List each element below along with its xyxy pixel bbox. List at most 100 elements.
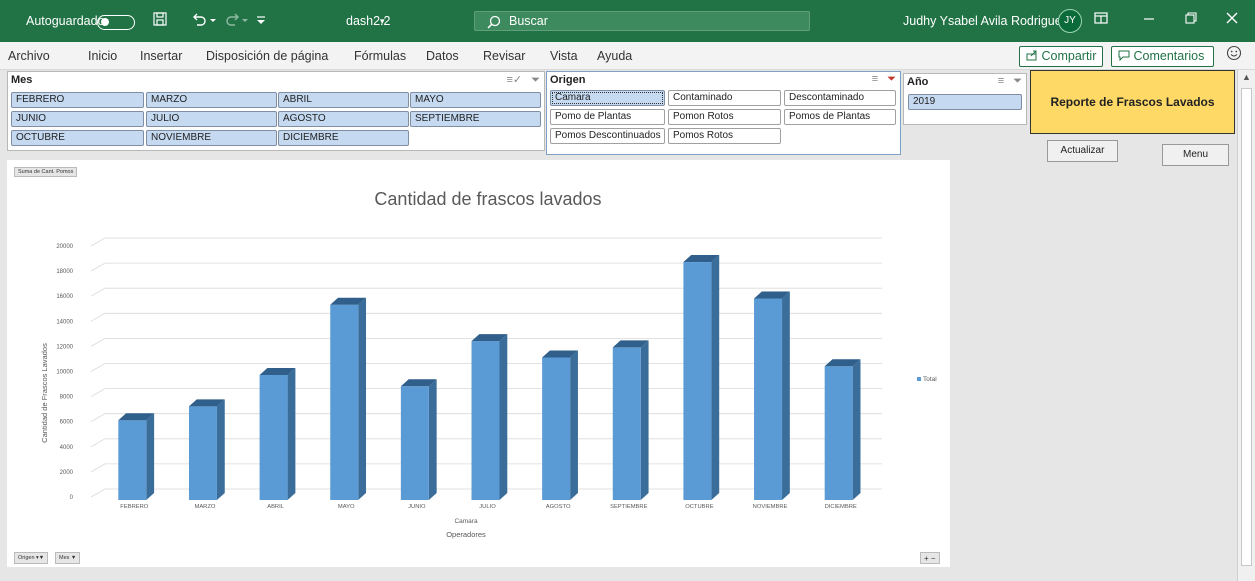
slicer-item-pomos-rotos[interactable]: Pomos Rotos [668,128,781,144]
bar-front [612,347,641,500]
bar-side [711,255,720,500]
x-tick-label: JUNIO [408,504,426,510]
search-box[interactable]: Buscar [474,11,810,31]
chart-title: Cantidad de frascos lavados [374,189,601,209]
smiley-icon[interactable] [1226,45,1242,64]
slicer-item-junio[interactable]: JUNIO [11,111,144,127]
origen-filter-label: Origen [18,555,35,561]
slicer-item-pomo-de-plantas[interactable]: Pomo de Plantas [550,109,665,125]
legend[interactable]: Total [917,376,937,383]
slicer-item-febrero[interactable]: FEBRERO [11,92,144,108]
bar-side [287,368,296,500]
multiselect-icon[interactable]: ≡ [998,75,1004,87]
scrollbar-thumb[interactable] [1241,88,1252,566]
expand-collapse-buttons[interactable]: + − [920,552,940,564]
tab-vista[interactable]: Vista [550,49,578,63]
bar-front [259,375,288,500]
multiselect-icon[interactable]: ≡ [872,73,878,85]
slicer-item-marzo[interactable]: MARZO [146,92,277,108]
ribbon-display-icon[interactable] [1094,11,1108,31]
bar[interactable] [188,399,225,500]
slicer-item-noviembre[interactable]: NOVIEMBRE [146,130,277,146]
bar[interactable] [824,359,861,500]
x-tick-label: SEPTIEMBRE [610,504,647,510]
tab-disposicion[interactable]: Disposición de página [206,49,328,63]
y-tick-label: 20000 [56,244,73,250]
actualizar-button[interactable]: Actualizar [1047,140,1118,162]
bar-front [824,366,853,500]
scroll-up-icon[interactable]: ▲ [1242,72,1251,82]
x-axis-title: Operadores [446,530,486,539]
bar[interactable] [471,334,508,500]
tab-archivo[interactable]: Archivo [8,49,50,63]
slicer-item-diciembre[interactable]: DICIEMBRE [278,130,409,146]
slicer-origen: Origen ≡ ⏷ Camara Contaminado Descontami… [546,71,901,155]
slicer-item-pomos-descontinuados[interactable]: Pomos Descontinuados [550,128,665,144]
slicer-item-pomos-de-plantas[interactable]: Pomos de Plantas [784,109,896,125]
tab-insertar[interactable]: Insertar [140,49,182,63]
bar[interactable] [400,379,437,500]
chevron-down-icon[interactable]: ▾ [380,11,385,31]
tab-datos[interactable]: Datos [426,49,459,63]
tab-revisar[interactable]: Revisar [483,49,525,63]
slicer-mes-controls: ≡✓ ⏷ [506,73,540,87]
bar[interactable] [683,255,720,500]
user-name[interactable]: Judhy Ysabel Avila Rodriguez [903,11,1068,31]
slicer-item-agosto[interactable]: AGOSTO [278,111,409,127]
save-icon[interactable] [152,11,168,31]
autosave-toggle[interactable] [97,15,135,30]
comments-button[interactable]: Comentarios [1111,46,1214,67]
bar[interactable] [754,291,790,500]
slicer-item-abril[interactable]: ABRIL [278,92,409,108]
slicer-item-descontaminado[interactable]: Descontaminado [784,90,896,106]
collapse-icon[interactable]: − [931,554,936,563]
bar[interactable] [259,368,296,500]
undo-icon[interactable] [190,11,218,31]
share-icon [1026,50,1037,61]
bar-side [216,399,225,500]
x-tick-label: DICIEMBRE [825,504,857,510]
mes-filter-button[interactable]: Mes ▼ [55,552,81,564]
avatar[interactable]: JY [1058,9,1082,33]
legend-label: Total [923,376,937,383]
bar[interactable] [330,297,367,500]
share-label: Compartir [1041,49,1097,63]
slicer-item-septiembre[interactable]: SEPTIEMBRE [410,111,541,127]
slicer-item-julio[interactable]: JULIO [146,111,277,127]
vertical-scrollbar[interactable]: ▲ [1237,70,1255,581]
slicer-item-pomon-rotos[interactable]: Pomon Rotos [668,109,781,125]
slicer-item-octubre[interactable]: OCTUBRE [11,130,144,146]
expand-icon[interactable]: + [924,554,929,563]
x-tick-label: JULIO [479,504,496,510]
close-icon[interactable] [1226,11,1238,31]
bar[interactable] [612,340,649,500]
search-placeholder: Buscar [509,14,548,28]
slicer-item-mayo[interactable]: MAYO [410,92,541,108]
minimize-icon[interactable] [1143,11,1155,31]
y-tick-label: 18000 [56,269,73,275]
tab-inicio[interactable]: Inicio [88,49,117,63]
multiselect-icon[interactable]: ≡✓ [506,74,522,86]
clear-filter-icon[interactable]: ⏷ [1013,75,1022,87]
bar[interactable] [118,413,155,500]
redo-icon[interactable] [226,11,250,31]
customize-toolbar-icon[interactable] [256,11,266,31]
slicer-item-2019[interactable]: 2019 [908,94,1022,110]
bars [118,255,861,500]
clear-filter-icon[interactable]: ⏷ [531,74,540,86]
bar-side [852,359,861,500]
slicer-item-camara[interactable]: Camara [550,90,665,106]
menu-button[interactable]: Menu [1162,144,1229,166]
bar-side [428,379,437,500]
tab-formulas[interactable]: Fórmulas [354,49,406,63]
tab-ayuda[interactable]: Ayuda [597,49,632,63]
share-button[interactable]: Compartir [1019,46,1103,67]
bar[interactable] [542,350,578,500]
restore-icon[interactable] [1185,11,1197,31]
origen-filter-button[interactable]: Origen ▾▼ [14,552,49,564]
y-tick-label: 6000 [60,420,74,426]
slicer-item-contaminado[interactable]: Contaminado [668,90,781,106]
pivot-chart[interactable]: Suma de Cant. Pomos Cantidad de frascos … [7,160,950,567]
slicer-mes: Mes ≡✓ ⏷ FEBRERO MARZO ABRIL MAYO JUNIO … [7,71,545,151]
clear-filter-icon[interactable]: ⏷ [887,73,896,85]
